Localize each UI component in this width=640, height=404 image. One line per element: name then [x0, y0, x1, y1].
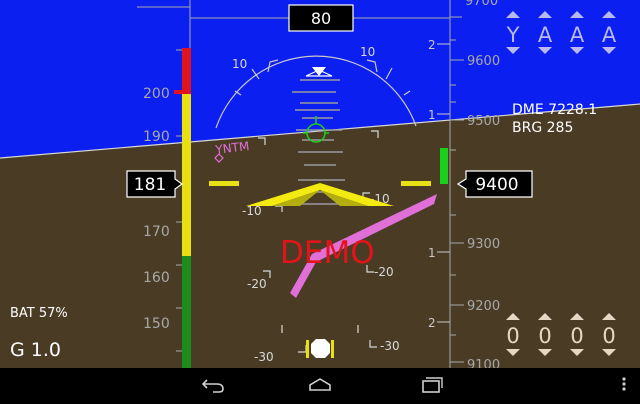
stepper-5-digit: 0 [506, 324, 519, 348]
demo-watermark: DEMO [280, 235, 375, 271]
pitch-label-right-minus-20: -20 [374, 265, 394, 279]
airspeed-red-line [174, 90, 191, 94]
altitude-value: 9400 [475, 175, 518, 195]
pitch-label-right-minus-30: -30 [380, 339, 400, 353]
altitude-label-9500: 9500 [467, 114, 500, 129]
altitude-label-9200: 9200 [467, 299, 500, 314]
primary-flight-display: 200 190 170 160 150 9700 9600 9500 9300 … [0, 0, 640, 368]
stepper-8-digit: 0 [602, 324, 615, 348]
airspeed-value: 181 [134, 175, 166, 195]
vsi-mark-plus-1: 1 [428, 108, 436, 122]
airspeed-label-150: 150 [143, 316, 170, 332]
airspeed-label-160: 160 [143, 270, 170, 286]
g-load-readout: G 1.0 [10, 339, 61, 361]
airspeed-red-band [182, 48, 191, 94]
stepper-2-letter: A [538, 23, 553, 47]
pitch-label-left-minus-30: -30 [254, 350, 274, 364]
overflow-menu-button[interactable] [614, 368, 634, 400]
back-icon [201, 379, 224, 393]
airspeed-label-170: 170 [143, 224, 170, 240]
dme-readout: DME 7228.1 [512, 102, 597, 118]
airspeed-label-200: 200 [143, 86, 170, 102]
vsi-green-bar [440, 148, 448, 184]
pitch-label-left-minus-10: -10 [242, 204, 262, 218]
stepper-7-digit: 0 [570, 324, 583, 348]
slip-ball-icon [311, 339, 330, 358]
airspeed-readout: 181 [126, 170, 184, 198]
altitude-label-9100: 9100 [467, 358, 500, 368]
vsi-mark-plus-2: 2 [428, 38, 436, 52]
recents-icon [422, 377, 443, 393]
stepper-3-letter: A [570, 23, 585, 47]
home-button[interactable] [302, 368, 338, 400]
pitch-label-left-minus-20: -20 [247, 277, 267, 291]
altitude-label-9700: 9700 [465, 0, 498, 9]
airspeed-label-190: 190 [143, 129, 170, 145]
recents-button[interactable] [412, 368, 448, 400]
battery-status: BAT 57% [10, 306, 68, 321]
home-icon [309, 378, 331, 391]
overflow-menu-icon [622, 377, 626, 391]
roll-label-right-10: 10 [360, 45, 375, 59]
altitude-readout: 9400 [456, 170, 533, 198]
heading-value: 80 [311, 9, 331, 28]
bearing-readout: BRG 285 [512, 120, 573, 136]
stepper-4-letter: A [602, 23, 617, 47]
stepper-1-letter: Y [506, 23, 520, 47]
altitude-label-9600: 9600 [467, 54, 500, 69]
vsi-mark-minus-1: 1 [428, 246, 436, 260]
altitude-label-9300: 9300 [467, 237, 500, 252]
system-navigation-bar [0, 368, 640, 400]
airspeed-yellow-band [182, 94, 191, 256]
roll-label-left-10: 10 [232, 57, 247, 71]
back-button[interactable] [196, 368, 232, 400]
stepper-6-digit: 0 [538, 324, 551, 348]
vsi-mark-minus-2: 2 [428, 316, 436, 330]
airspeed-green-band [182, 256, 191, 368]
